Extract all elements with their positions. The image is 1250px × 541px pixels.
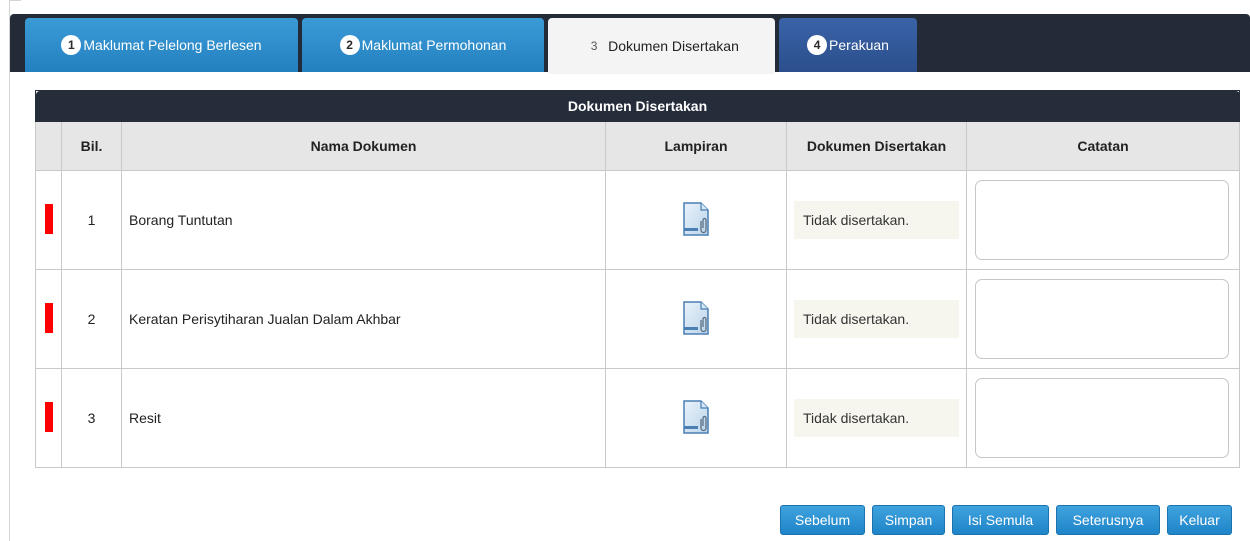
header-bil: Bil. (61, 121, 122, 171)
required-marker (44, 203, 53, 234)
document-name: Borang Tuntutan (121, 170, 606, 270)
seterusnya-button[interactable]: Seterusnya (1056, 505, 1160, 535)
documents-table: Dokumen Disertakan Bil. Nama Dokumen Lam… (34, 90, 1241, 468)
tab-number-badge: 3 (590, 39, 598, 53)
tab-maklumat-pelelong[interactable]: 1 Maklumat Pelelong Berlesen (25, 18, 298, 72)
table-row: 3 Resit Tidak disertakan. (35, 368, 1241, 468)
table-caption-row: Dokumen Disertakan (34, 90, 1241, 122)
tab-number-badge: 4 (807, 35, 828, 55)
header-nama-dokumen: Nama Dokumen (121, 121, 606, 171)
tab-dokumen-disertakan[interactable]: 3 Dokumen Disertakan (548, 18, 775, 74)
keluar-button[interactable]: Keluar (1167, 505, 1232, 535)
row-number: 1 (61, 170, 122, 270)
catatan-textarea[interactable] (975, 378, 1229, 458)
document-name: Resit (121, 368, 606, 468)
isi-semula-button[interactable]: Isi Semula (952, 505, 1049, 535)
document-name: Keratan Perisytiharan Jualan Dalam Akhba… (121, 269, 606, 369)
required-marker (44, 302, 53, 333)
header-lampiran: Lampiran (605, 121, 787, 171)
tab-number-badge: 2 (339, 35, 360, 55)
tab-perakuan[interactable]: 4 Perakuan (779, 18, 917, 72)
tab-label: Maklumat Pelelong Berlesen (83, 37, 262, 53)
application-form-page: 1 Maklumat Pelelong Berlesen 2 Maklumat … (0, 0, 1250, 541)
form-actions: Sebelum Simpan Isi Semula Seterusnya Kel… (780, 505, 1232, 535)
document-attachment-icon[interactable] (681, 201, 711, 240)
catatan-textarea[interactable] (975, 279, 1229, 359)
top-divider (9, 0, 21, 1)
document-attachment-icon[interactable] (681, 399, 711, 438)
document-status: Tidak disertakan. (794, 201, 959, 239)
catatan-textarea[interactable] (975, 180, 1229, 260)
tab-label: Dokumen Disertakan (608, 38, 739, 54)
document-status: Tidak disertakan. (794, 300, 959, 338)
tab-label: Maklumat Permohonan (361, 37, 507, 53)
required-marker (44, 401, 53, 432)
row-number: 3 (61, 368, 122, 468)
left-divider (9, 0, 10, 541)
table-row: 2 Keratan Perisytiharan Jualan Dalam Akh… (35, 269, 1241, 369)
header-marker (35, 121, 62, 171)
tab-label: Perakuan (829, 37, 889, 53)
tab-number-badge: 1 (61, 35, 82, 55)
simpan-button[interactable]: Simpan (872, 505, 945, 535)
table-caption: Dokumen Disertakan (34, 90, 1241, 122)
header-catatan: Catatan (965, 121, 1241, 171)
sebelum-button[interactable]: Sebelum (780, 505, 865, 535)
document-attachment-icon[interactable] (681, 300, 711, 339)
tab-maklumat-permohonan[interactable]: 2 Maklumat Permohonan (302, 18, 544, 72)
row-number: 2 (61, 269, 122, 369)
document-status: Tidak disertakan. (794, 399, 959, 437)
table-row: 1 Borang Tuntutan Tidak disertakan. (35, 170, 1241, 270)
header-dokumen-disertakan: Dokumen Disertakan (786, 121, 967, 171)
table-header-row: Bil. Nama Dokumen Lampiran Dokumen Diser… (35, 121, 1241, 171)
